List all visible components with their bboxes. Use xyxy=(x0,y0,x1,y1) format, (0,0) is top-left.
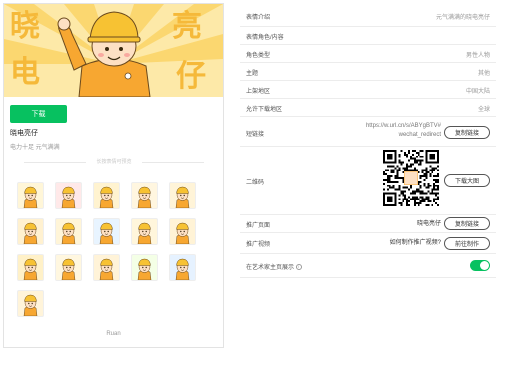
pack-name: 晓电亮仔 xyxy=(10,130,38,137)
row-role-type: 角色类型 男性人物 xyxy=(240,45,496,63)
character-love-icon xyxy=(61,186,76,208)
character-ok-icon xyxy=(99,186,114,208)
character-wave-icon xyxy=(137,222,152,244)
sticker-14[interactable] xyxy=(131,254,158,281)
banner-char-4: 仔 xyxy=(176,60,206,93)
region-value: 中国大陆 xyxy=(465,89,490,95)
download-button[interactable]: 下载 xyxy=(10,105,67,123)
sticker-7[interactable] xyxy=(55,218,82,245)
character-thumbs-icon xyxy=(175,186,190,208)
row-short-link: 短链接 https://w.url.cn/s/ABYgBTV# wechat_r… xyxy=(240,117,496,147)
sticker-3[interactable] xyxy=(93,182,120,209)
role-type-label: 角色类型 xyxy=(246,53,271,59)
region-label: 上架地区 xyxy=(246,89,271,95)
row-show-home: 在艺术家主页展示 i xyxy=(240,254,496,278)
sticker-11[interactable] xyxy=(17,254,44,281)
toggle-knob xyxy=(480,261,489,270)
divider-line-right xyxy=(142,162,204,163)
banner-illustration: 晓 电 亮 仔 xyxy=(4,4,223,97)
qr-code-image xyxy=(383,150,439,206)
banner-char-1: 晓 xyxy=(10,10,40,43)
sticker-1[interactable] xyxy=(17,182,44,209)
download-qr-button[interactable]: 下载大图 xyxy=(444,174,490,187)
short-link-line-2: wechat_redirect xyxy=(398,132,441,138)
banner-char-2: 电 xyxy=(10,56,40,89)
role-type-value: 男性人物 xyxy=(465,53,490,59)
theme-value: 其他 xyxy=(477,71,490,77)
show-home-label-wrap: 在艺术家主页展示 i xyxy=(246,262,302,271)
promo-page-label: 推广页面 xyxy=(246,223,271,229)
info-icon[interactable]: i xyxy=(295,264,302,271)
character-question-icon xyxy=(175,258,190,280)
go-make-button[interactable]: 前往制作 xyxy=(444,237,490,250)
sticker-6[interactable] xyxy=(17,218,44,245)
intro-label: 表情介绍 xyxy=(246,15,271,21)
short-link-label: 短链接 xyxy=(246,132,265,138)
role-label: 表情角色/内容 xyxy=(246,35,284,41)
download-region-value: 全球 xyxy=(477,107,490,113)
banner-char-3: 亮 xyxy=(172,10,202,43)
section-divider: 长按表情可预览 xyxy=(24,158,204,166)
pack-description: 电力十足 元气满满 xyxy=(10,145,60,151)
theme-label: 主题 xyxy=(246,71,259,77)
character-run-icon xyxy=(61,258,76,280)
sticker-16[interactable] xyxy=(17,290,44,317)
character-think-icon xyxy=(23,222,38,244)
pack-banner: 晓 电 亮 仔 xyxy=(4,4,223,97)
row-region: 上架地区 中国大陆 xyxy=(240,81,496,99)
pack-author: Ruan xyxy=(106,331,121,337)
character-cry-icon xyxy=(99,222,114,244)
character-flag-icon xyxy=(23,258,38,280)
row-promo-video: 推广视频 如何制作推广视频? 前往制作 xyxy=(240,233,496,254)
row-theme: 主题 其他 xyxy=(240,63,496,81)
row-download-region: 允许下载地区 全球 xyxy=(240,99,496,117)
character-cheer-icon xyxy=(137,186,152,208)
show-home-toggle[interactable] xyxy=(470,260,490,271)
sticker-pack-card: 晓 电 亮 仔 下载 晓电亮仔 电力十足 元气满满 长按表情可预览 Ruan xyxy=(3,3,224,348)
short-link-value[interactable]: https://w.url.cn/s/ABYgBTV# wechat_redir… xyxy=(366,122,441,140)
row-promo-page: 推广页面 晓电亮仔 复制链接 xyxy=(240,215,496,233)
show-home-label: 在艺术家主页展示 xyxy=(246,265,295,271)
character-sleep-icon xyxy=(99,258,114,280)
sticker-10[interactable] xyxy=(169,218,196,245)
promo-copy-link-button[interactable]: 复制链接 xyxy=(444,217,490,230)
sticker-8[interactable] xyxy=(93,218,120,245)
sticker-12[interactable] xyxy=(55,254,82,281)
sticker-9[interactable] xyxy=(131,218,158,245)
promo-video-link[interactable]: 如何制作推广视频? xyxy=(390,239,441,248)
sticker-13[interactable] xyxy=(93,254,120,281)
sticker-4[interactable] xyxy=(131,182,158,209)
character-happy-icon xyxy=(137,258,152,280)
short-link-line-1: https://w.url.cn/s/ABYgBTV# xyxy=(365,123,441,129)
row-role: 表情角色/内容 xyxy=(240,27,496,45)
promo-video-label: 推广视频 xyxy=(246,242,271,248)
character-bye-icon xyxy=(23,294,38,316)
download-region-label: 允许下载地区 xyxy=(246,107,283,113)
character-smile-icon xyxy=(61,222,76,244)
sticker-2[interactable] xyxy=(55,182,82,209)
qr-label: 二维码 xyxy=(246,180,265,186)
sticker-5[interactable] xyxy=(169,182,196,209)
character-bow-icon xyxy=(175,222,190,244)
character-hello-icon xyxy=(23,186,38,208)
row-qr: 二维码 下载大图 xyxy=(240,147,496,215)
intro-value: 元气满满的晓电亮仔 xyxy=(435,15,490,21)
copy-link-button[interactable]: 复制链接 xyxy=(444,126,490,139)
promo-page-value: 晓电亮仔 xyxy=(416,221,441,227)
sticker-15[interactable] xyxy=(169,254,196,281)
row-intro: 表情介绍 元气满满的晓电亮仔 xyxy=(240,5,496,27)
